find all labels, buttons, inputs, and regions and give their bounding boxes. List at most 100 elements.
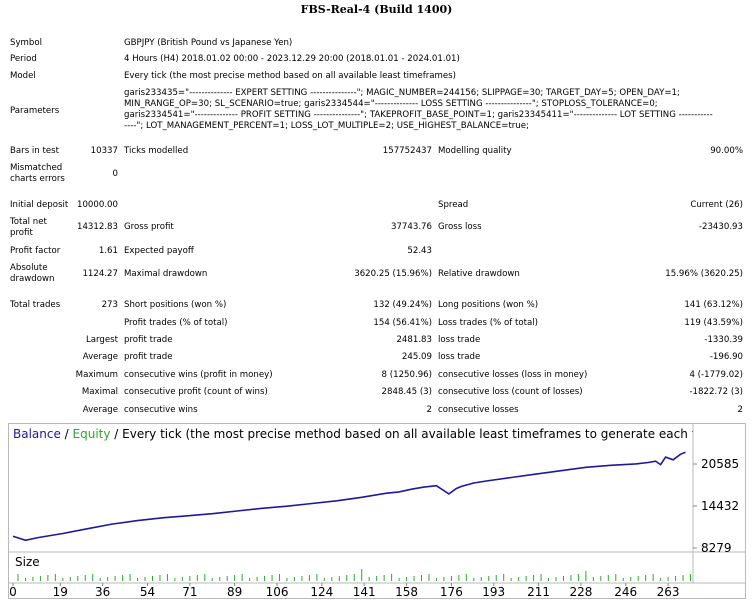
x-tick-label: 106: [266, 585, 289, 598]
maximal-consec-loss-label: consecutive loss (count of losses): [438, 387, 583, 397]
maximal-consec-profit-label: consecutive profit (count of wins): [124, 387, 268, 397]
largest-profit-label: profit trade: [124, 335, 173, 345]
spread-value: Current (26): [690, 200, 743, 210]
mismatched-value: 0: [112, 169, 118, 179]
bars-value: 10337: [90, 146, 118, 156]
avg-consec-wins-value: 2: [426, 405, 432, 415]
x-tick-label: 36: [95, 585, 110, 598]
x-tick-label: 193: [482, 585, 505, 598]
gross-loss-value: -23430.93: [698, 222, 743, 232]
average-consec-prefix: Average: [82, 405, 118, 415]
x-tick-label: 0: [9, 585, 17, 598]
x-tick-label: 211: [527, 585, 550, 598]
abs-drawdown-value: 1124.27: [82, 269, 118, 279]
spread-label: Spread: [438, 200, 469, 210]
x-tick-label: 263: [657, 585, 680, 598]
report-title: FBS-Real-4 (Build 1400): [300, 3, 453, 16]
abs-drawdown-label-1: Absolute: [10, 263, 48, 273]
avg-consec-losses-label: consecutive losses: [438, 405, 519, 415]
x-tick-label: 246: [614, 585, 637, 598]
average-profit-value: 245.09: [401, 352, 432, 362]
max-consec-losses-value: 4 (-1779.02): [689, 370, 743, 380]
maximal-consec-loss-value: -1822.72 (3): [689, 387, 743, 397]
model-value: Every tick (the most precise method base…: [124, 71, 457, 81]
rel-drawdown-value: 15.96% (3620.25): [665, 269, 743, 279]
balance-chart: Balance / Equity / Every tick (the most …: [8, 423, 746, 599]
x-tick-label: 228: [569, 585, 592, 598]
x-tick-label: 89: [227, 585, 242, 598]
loss-trades-value: 119 (43.59%): [684, 318, 743, 328]
largest-profit-value: 2481.83: [396, 335, 432, 345]
net-profit-label-1: Total net: [10, 217, 47, 227]
max-drawdown-value: 3620.25 (15.96%): [354, 269, 432, 279]
gross-profit-value: 37743.76: [390, 222, 432, 232]
model-label: Model: [10, 71, 36, 81]
x-tick-label: 158: [395, 585, 418, 598]
abs-drawdown-label-2: drawdown: [10, 274, 55, 284]
symbol-label: Symbol: [10, 38, 43, 48]
profit-factor-value: 1.61: [98, 246, 118, 256]
average-prefix: Average: [82, 352, 118, 362]
symbol-value: GBPJPY (British Pound vs Japanese Yen): [124, 38, 293, 48]
ticks-label: Ticks modelled: [124, 146, 189, 156]
avg-consec-losses-value: 2: [737, 405, 743, 415]
volume-label: Size: [15, 555, 40, 569]
largest-loss-value: -1330.39: [704, 335, 743, 345]
parameters-label: Parameters: [10, 106, 60, 116]
period-label: Period: [10, 54, 37, 64]
max-consec-wins-value: 8 (1250.96): [381, 370, 432, 380]
short-positions-value: 132 (49.24%): [373, 300, 432, 310]
max-consec-wins-label: consecutive wins (profit in money): [124, 370, 273, 380]
net-profit-value: 14312.83: [76, 222, 118, 232]
rel-drawdown-label: Relative drawdown: [438, 269, 520, 279]
parameters-line-2: MIN_RANGE_OP=30; SL_SCENARIO=true; garis…: [124, 99, 658, 109]
mismatched-label-1: Mismatched: [10, 163, 63, 173]
balance-line: [12, 451, 686, 542]
expected-payoff-label: Expected payoff: [124, 246, 194, 256]
mismatched-label-2: charts errors: [10, 174, 65, 184]
net-profit-label-2: profit: [10, 228, 33, 238]
x-tick-label: 19: [53, 585, 68, 598]
largest-loss-label: loss trade: [438, 335, 481, 345]
profit-trades-label: Profit trades (% of total): [124, 318, 228, 328]
total-trades-label: Total trades: [10, 300, 61, 310]
quality-value: 90.00%: [710, 146, 743, 156]
profit-trades-value: 154 (56.41%): [373, 318, 432, 328]
short-positions-label: Short positions (won %): [124, 300, 227, 310]
average-profit-label: profit trade: [124, 352, 173, 362]
x-tick-label: 176: [440, 585, 463, 598]
long-positions-label: Long positions (won %): [438, 300, 539, 310]
quality-label: Modelling quality: [438, 146, 512, 156]
average-loss-label: loss trade: [438, 352, 481, 362]
loss-trades-label: Loss trades (% of total): [438, 318, 538, 328]
parameters-line-1: garis233435="-------------- EXPERT SETTI…: [124, 88, 680, 98]
largest-prefix: Largest: [85, 335, 118, 345]
max-consec-losses-label: consecutive losses (loss in money): [438, 370, 588, 380]
average-loss-value: -196.90: [709, 352, 743, 362]
long-positions-value: 141 (63.12%): [684, 300, 743, 310]
avg-consec-wins-label: consecutive wins: [124, 405, 198, 415]
x-tick-label: 54: [140, 585, 155, 598]
parameters-line-4: ----"; LOT_MANAGEMENT_PERCENT=1; LOSS_LO…: [124, 121, 529, 131]
expected-payoff-value: 52.43: [407, 246, 432, 256]
ticks-value: 157752437: [382, 146, 432, 156]
gross-profit-label: Gross profit: [124, 222, 174, 232]
max-drawdown-label: Maximal drawdown: [124, 269, 208, 279]
maximal-prefix: Maximal: [81, 387, 118, 397]
x-tick-label: 71: [182, 585, 197, 598]
period-value: 4 Hours (H4) 2018.01.02 00:00 - 2023.12.…: [124, 54, 460, 64]
gross-loss-label: Gross loss: [438, 222, 482, 232]
deposit-value: 10000.00: [76, 200, 118, 210]
y-tick-label: 20585: [701, 457, 739, 471]
total-trades-value: 273: [101, 300, 118, 310]
maximal-consec-profit-value: 2848.45 (3): [381, 387, 432, 397]
y-tick-label: 14432: [701, 499, 739, 513]
x-tick-label: 124: [310, 585, 333, 598]
profit-factor-label: Profit factor: [10, 246, 61, 256]
maximum-prefix: Maximum: [75, 370, 118, 380]
parameters-line-3: garis2334541="-------------- PROFIT SETT…: [124, 110, 713, 120]
x-tick-label: 141: [353, 585, 376, 598]
bars-label: Bars in test: [10, 146, 59, 156]
y-tick-label: 8279: [701, 541, 732, 555]
chart-plot: 20585 14432 8279 0 19 36 54 71 89 106 124 141 158 176…: [9, 424, 745, 598]
